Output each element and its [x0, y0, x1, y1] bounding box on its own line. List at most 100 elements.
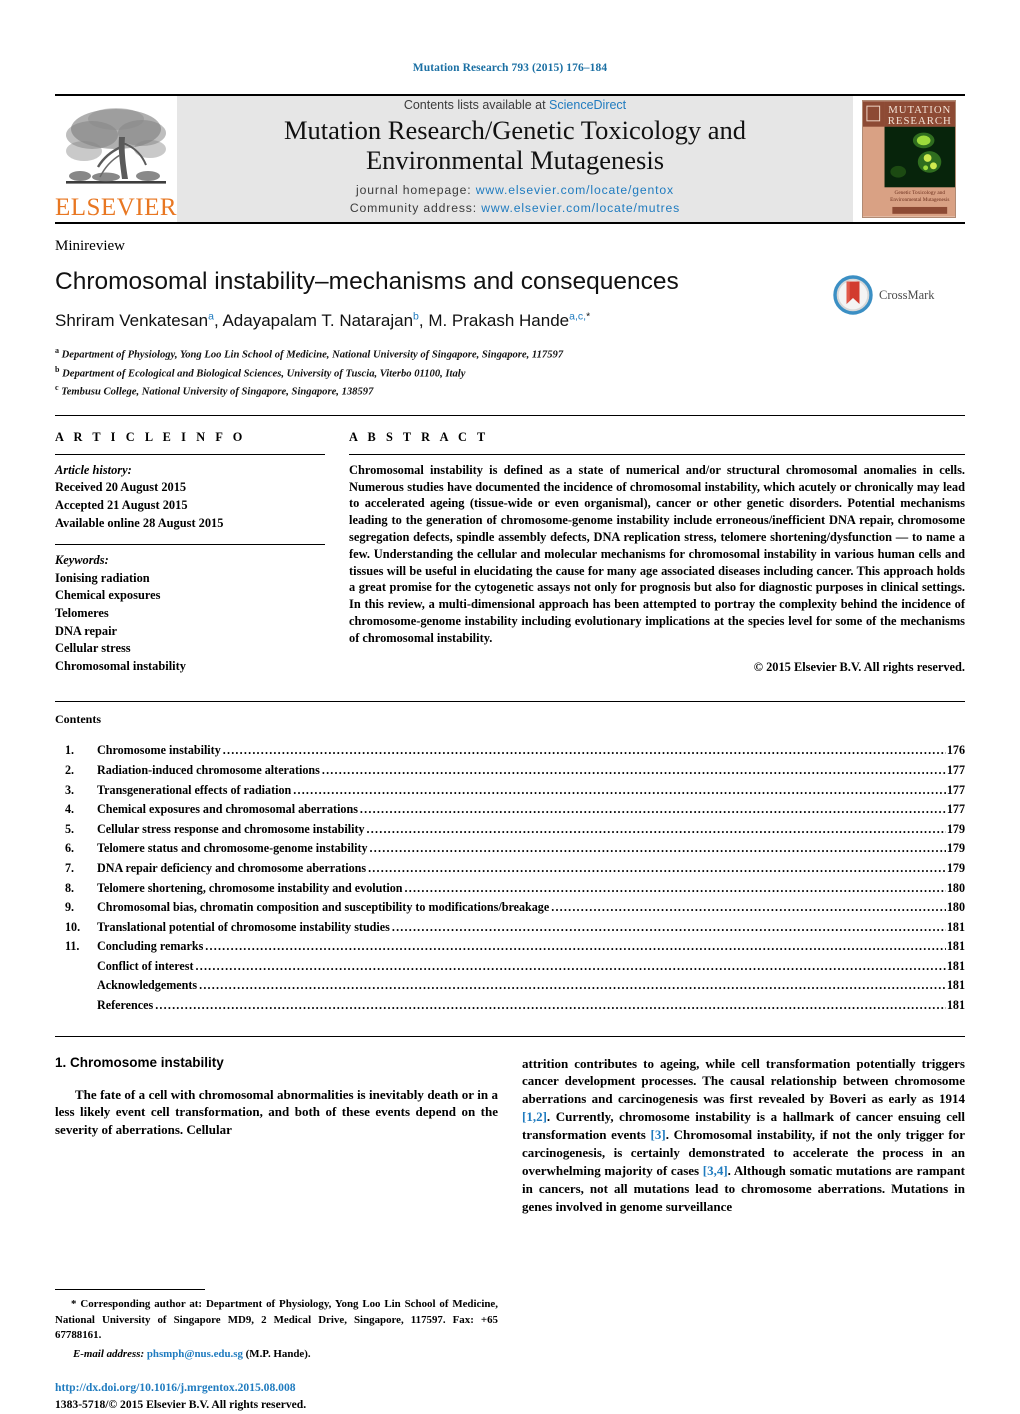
toc-entry-label: Transgenerational effects of radiation [97, 782, 292, 797]
author-1: Shriram Venkatesana [55, 310, 214, 331]
toc-entry[interactable]: Conflict of interest....................… [55, 957, 965, 977]
journal-homepage-url[interactable]: www.elsevier.com/locate/gentox [476, 183, 674, 197]
toc-entry[interactable]: 3. Transgenerational effects of radiation… [55, 781, 965, 801]
history-received: Received 20 August 2015 [55, 480, 187, 495]
community-address-label: Community address: [349, 201, 477, 216]
article-history-label: Article history: [55, 462, 132, 477]
masthead-bottom-rule [55, 222, 965, 224]
issn-copyright-line: 1383-5718/© 2015 Elsevier B.V. All right… [55, 1398, 307, 1412]
contents-available-line: Contents lists available at ScienceDirec… [404, 98, 626, 112]
citation-link[interactable]: [3,4] [703, 1163, 728, 1178]
doi-link[interactable]: http://dx.doi.org/10.1016/j.mrgentox.201… [55, 1380, 498, 1397]
toc-leader-dots: ........................................… [205, 939, 946, 954]
contents-rule [55, 701, 965, 703]
journal-homepage-line: journal homepage: www.elsevier.com/locat… [356, 182, 674, 200]
elsevier-wordmark: ELSEVIER [54, 194, 178, 221]
toc-entry-label: Telomere status and chromosome-genome in… [97, 841, 368, 856]
toc-entry-label: Concluding remarks [97, 939, 204, 954]
toc-entry-number: 11. [65, 939, 80, 954]
journal-title: Mutation Research/Genetic Toxicology and… [284, 115, 746, 175]
abstract-rule [349, 453, 965, 455]
affiliation-b: b Department of Ecological and Biologica… [55, 364, 466, 380]
toc-entry-label: Telomere shortening, chromosome instabil… [97, 880, 403, 895]
toc-entry-label: Conflict of interest [97, 958, 194, 973]
info-abstract-region: A R T I C L E I N F O Article history: R… [55, 416, 965, 676]
toc-leader-dots: ........................................… [155, 997, 946, 1012]
toc-entry-page: 179 [946, 841, 965, 856]
toc-entry-page: 179 [946, 821, 965, 836]
svg-text:Environmental Mutagenesis: Environmental Mutagenesis [890, 197, 949, 203]
table-of-contents: 1. Chromosome instability................… [55, 741, 965, 1015]
body-column-left: 1. Chromosome instability The fate of a … [55, 1055, 498, 1414]
toc-entry-label: References [97, 997, 154, 1012]
body-column-right: attrition contributes to ageing, while c… [522, 1055, 965, 1414]
community-address-line: Community address: www.elsevier.com/loca… [350, 200, 680, 218]
contents-section: Contents 1. Chromosome instability.......… [55, 701, 965, 1015]
toc-entry[interactable]: 9. Chromosomal bias, chromatin compositio… [55, 898, 965, 918]
toc-entry-number: 6. [65, 841, 75, 856]
sciencedirect-link[interactable]: ScienceDirect [549, 98, 626, 112]
toc-entry-number: 4. [65, 802, 75, 817]
toc-entry[interactable]: 6. Telomere status and chromosome-genome … [55, 839, 965, 859]
affiliation-a: a Department of Physiology, Yong Loo Lin… [55, 346, 564, 362]
abstract-column: A B S T R A C T Chromosomal instability … [349, 430, 965, 676]
elsevier-logo: ELSEVIER [55, 96, 177, 222]
article-title: Chromosomal instability–mechanisms and c… [55, 268, 679, 295]
toc-entry-label: Translational potential of chromosome in… [97, 919, 390, 934]
toc-entry-number: 2. [65, 763, 75, 778]
article-info-column: A R T I C L E I N F O Article history: R… [55, 430, 325, 676]
toc-leader-dots: ........................................… [199, 978, 946, 993]
keyword-item: Chromosomal instability [55, 658, 186, 673]
footnote-separator [55, 1289, 205, 1291]
abstract-text: Chromosomal instability is defined as a … [349, 462, 965, 645]
toc-entry-number: 7. [65, 860, 75, 875]
toc-leader-dots: ........................................… [321, 763, 946, 778]
citation-link[interactable]: [3] [651, 1127, 666, 1142]
body-paragraph-left: The fate of a cell with chromosomal abno… [55, 1086, 498, 1138]
keywords-block: Keywords: Ionising radiation Chemical ex… [55, 544, 325, 675]
keywords-rule [55, 544, 325, 546]
journal-cover-thumbnail: MUTATION RESEARCH Genetic Toxicology and… [853, 96, 965, 222]
keyword-item: DNA repair [55, 623, 118, 638]
toc-entry[interactable]: 5. Cellular stress response and chromosom… [55, 820, 965, 840]
corresponding-author-note: * Corresponding author at: Department of… [55, 1297, 498, 1343]
toc-entry[interactable]: 1. Chromosome instability................… [55, 741, 965, 761]
toc-entry-label: Acknowledgements [97, 978, 198, 993]
journal-homepage-label: journal homepage: [356, 183, 472, 198]
toc-entry-page: 179 [946, 860, 965, 875]
toc-entry-number: 5. [65, 821, 75, 836]
keyword-item: Telomeres [55, 606, 109, 621]
toc-entry-page: 181 [946, 939, 965, 954]
toc-entry[interactable]: 2. Radiation-induced chromosome alteratio… [55, 761, 965, 781]
toc-leader-dots: ........................................… [195, 958, 946, 973]
svg-text:Genetic Toxicology and: Genetic Toxicology and [895, 190, 946, 196]
journal-masthead: ELSEVIER Contents lists available at Sci… [55, 96, 965, 222]
toc-entry-number: 1. [65, 743, 75, 758]
citation-link[interactable]: [1,2] [522, 1109, 547, 1124]
masthead-center: Contents lists available at ScienceDirec… [177, 96, 853, 222]
body-columns: 1. Chromosome instability The fate of a … [55, 1037, 965, 1414]
community-address-url[interactable]: www.elsevier.com/locate/mutres [481, 201, 680, 215]
toc-entry[interactable]: 7. DNA repair deficiency and chromosome a… [55, 859, 965, 879]
toc-entry[interactable]: 8. Telomere shortening, chromosome instab… [55, 879, 965, 899]
abstract-heading: A B S T R A C T [349, 429, 489, 444]
toc-entry[interactable]: Acknowledgements........................… [55, 976, 965, 996]
doi-block: http://dx.doi.org/10.1016/j.mrgentox.201… [55, 1380, 498, 1414]
toc-entry-label: Chromosome instability [97, 743, 221, 758]
keywords-label: Keywords: [55, 553, 109, 568]
toc-entry[interactable]: References..............................… [55, 996, 965, 1016]
toc-entry[interactable]: 10. Translational potential of chromosome… [55, 918, 965, 938]
crossmark-badge[interactable]: CrossMark [833, 267, 965, 315]
toc-leader-dots: ........................................… [359, 802, 946, 817]
toc-entry[interactable]: 11. Concluding remarks...................… [55, 937, 965, 957]
article-info-rule [55, 453, 325, 455]
section-heading-1: 1. Chromosome instability [55, 1054, 224, 1070]
history-accepted: Accepted 21 August 2015 [55, 497, 188, 512]
email-link[interactable]: phsmph@nus.edu.sg [147, 1348, 243, 1360]
toc-leader-dots: ........................................… [551, 900, 946, 915]
title-and-crossmark-row: Chromosomal instability–mechanisms and c… [55, 267, 965, 401]
toc-entry-page: 177 [946, 782, 965, 797]
svg-text:RESEARCH: RESEARCH [888, 115, 952, 127]
running-head: Mutation Research 793 (2015) 176–184 [412, 62, 608, 74]
toc-entry[interactable]: 4. Chemical exposures and chromosomal abe… [55, 800, 965, 820]
